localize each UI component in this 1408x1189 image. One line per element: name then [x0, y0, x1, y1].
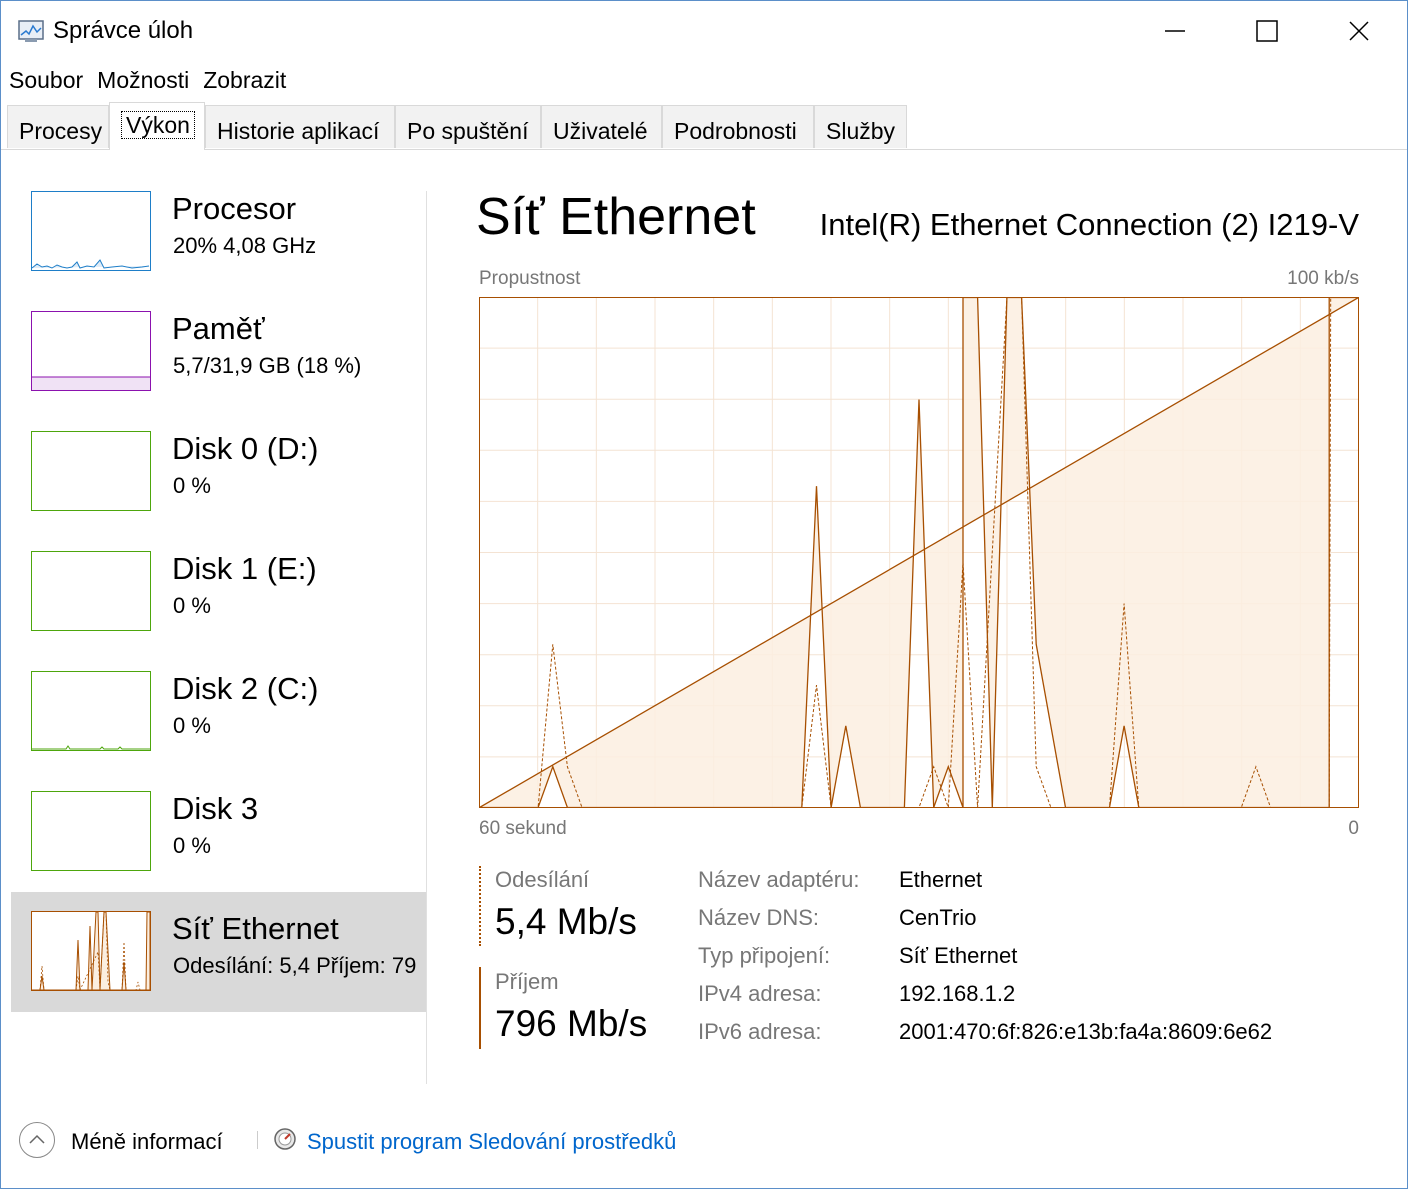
task-manager-window: Správce úloh Soubor Možnosti Zobrazit Pr… [0, 0, 1408, 1189]
sidebar-item-value: 5,7/31,9 GB (18 %) [173, 353, 362, 378]
sidebar-item-name: Disk 1 (E:) [172, 551, 317, 586]
info-value-ipv6: 2001:470:6f:826:e13b:fa4a:8609:6e62 [899, 1019, 1273, 1044]
close-button[interactable] [1313, 1, 1405, 61]
maximize-button[interactable] [1221, 1, 1313, 61]
memory-thumbnail [31, 311, 151, 391]
tab-po-spusteni[interactable]: Po spuštění [395, 105, 541, 148]
page-title: Síť Ethernet [476, 188, 756, 246]
receive-value: 796 Mb/s [495, 1003, 648, 1044]
tab-procesy[interactable]: Procesy [7, 105, 109, 148]
graph-label-time: 60 sekund [479, 818, 567, 839]
send-value: 5,4 Mb/s [495, 901, 637, 942]
less-info-button[interactable] [19, 1122, 55, 1158]
sidebar-item-disk-0[interactable]: Disk 0 (D:) 0 % [11, 431, 426, 551]
resource-monitor-icon [274, 1128, 296, 1150]
less-info-link[interactable]: Méně informací [71, 1129, 223, 1155]
sidebar-item-disk-1[interactable]: Disk 1 (E:) 0 % [11, 551, 426, 671]
tab-vykon[interactable]: Výkon [109, 102, 205, 150]
sidebar-item-name: Procesor [172, 191, 297, 226]
menu-bar: Soubor Možnosti Zobrazit [1, 63, 292, 97]
menu-zobrazit[interactable]: Zobrazit [195, 63, 292, 97]
sidebar-item-value: 0 % [173, 473, 211, 498]
sidebar-item-name: Síť Ethernet [172, 911, 339, 946]
receive-label: Příjem [495, 969, 559, 994]
info-key-dns-name: Název DNS: [698, 905, 820, 930]
task-manager-icon [18, 20, 44, 42]
tab-podrobnosti[interactable]: Podrobnosti [662, 105, 814, 148]
menu-soubor[interactable]: Soubor [1, 63, 89, 97]
close-icon [1349, 21, 1369, 41]
sidebar-item-value: 0 % [173, 593, 211, 618]
graph-label-throughput: Propustnost [479, 268, 581, 289]
send-legend-marker [479, 866, 481, 946]
info-value-adapter-name: Ethernet [899, 867, 983, 892]
sidebar-item-name: Disk 0 (D:) [172, 431, 319, 466]
tab-uzivatele[interactable]: Uživatelé [541, 105, 662, 148]
sidebar-divider [426, 191, 427, 1084]
throughput-graph [479, 297, 1359, 808]
menu-moznosti[interactable]: Možnosti [89, 63, 195, 97]
sidebar-item-name: Disk 3 [172, 791, 259, 826]
send-label: Odesílání [495, 867, 590, 892]
info-key-connection-type: Typ připojení: [698, 943, 831, 968]
info-key-adapter-name: Název adaptéru: [698, 867, 860, 892]
info-key-ipv6: IPv6 adresa: [698, 1019, 822, 1044]
info-key-ipv4: IPv4 adresa: [698, 981, 822, 1006]
sidebar-item-sit-ethernet[interactable]: Síť Ethernet Odesílání: 5,4 Příjem: 79 [11, 892, 426, 1012]
ethernet-thumbnail [31, 911, 151, 991]
sidebar-item-value: Odesílání: 5,4 Příjem: 79 [173, 953, 417, 978]
footer-separator [257, 1131, 258, 1149]
sidebar-item-name: Paměť [172, 311, 265, 346]
tab-historie-aplikaci[interactable]: Historie aplikací [205, 105, 395, 148]
disk-0-thumbnail [31, 431, 151, 511]
info-value-dns-name: CenTrio [899, 905, 977, 930]
chevron-up-icon [29, 1134, 45, 1144]
adapter-name: Intel(R) Ethernet Connection (2) I219-V [819, 207, 1359, 242]
sidebar-item-value: 0 % [173, 833, 211, 858]
receive-legend-marker [479, 967, 481, 1049]
sidebar-item-pamet[interactable]: Paměť 5,7/31,9 GB (18 %) [11, 311, 426, 431]
graph-label-max: 100 kb/s [1287, 268, 1359, 289]
sidebar-item-name: Disk 2 (C:) [172, 671, 319, 706]
info-value-ipv4: 192.168.1.2 [899, 981, 1016, 1006]
info-value-connection-type: Síť Ethernet [899, 943, 1018, 968]
disk-1-thumbnail [31, 551, 151, 631]
sidebar-item-procesor[interactable]: Procesor 20% 4,08 GHz [11, 191, 426, 311]
tab-bar: Procesy Výkon Historie aplikací Po spušt… [1, 102, 1407, 150]
sidebar-item-disk-2[interactable]: Disk 2 (C:) 0 % [11, 671, 426, 791]
minimize-button[interactable] [1129, 1, 1221, 61]
window-title: Správce úloh [53, 17, 194, 44]
tab-sluzby[interactable]: Služby [814, 105, 907, 148]
disk-3-thumbnail [31, 791, 151, 871]
sidebar-item-value: 20% 4,08 GHz [173, 233, 317, 258]
minimize-icon [1165, 30, 1185, 32]
cpu-thumbnail [31, 191, 151, 271]
resource-monitor-link[interactable]: Spustit program Sledování prostředků [307, 1129, 676, 1155]
maximize-icon [1256, 20, 1278, 42]
sidebar-item-value: 0 % [173, 713, 211, 738]
graph-label-min: 0 [1348, 818, 1359, 839]
disk-2-thumbnail [31, 671, 151, 751]
title-bar: Správce úloh [1, 1, 1407, 61]
